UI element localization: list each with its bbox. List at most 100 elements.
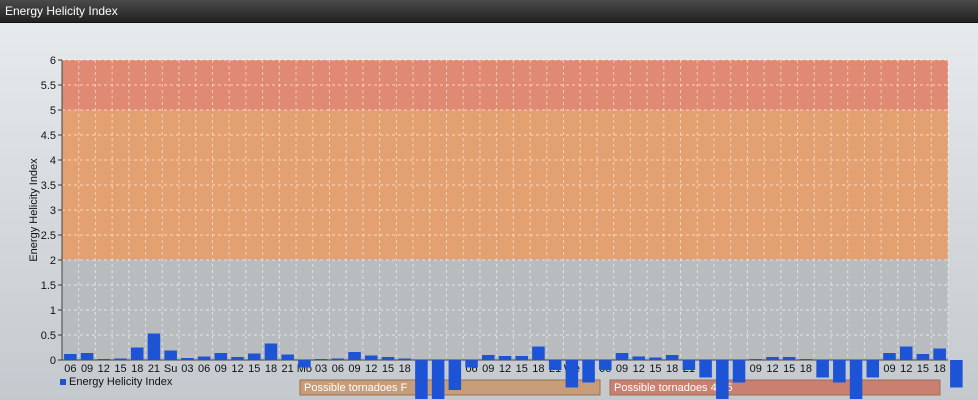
x-tick-label: 09	[215, 363, 227, 375]
y-tick-label: 4	[50, 155, 56, 167]
x-tick-label: 18	[532, 363, 544, 375]
bar	[665, 355, 679, 360]
x-tick-label: 06	[198, 363, 210, 375]
bar	[515, 356, 528, 360]
annotation-label: Possible tornadoes F	[304, 382, 408, 394]
y-tick-label: 5.5	[41, 80, 56, 92]
x-tick-label: 18	[399, 363, 411, 375]
x-tick-label: 21	[282, 363, 294, 375]
annotation-label: Possible tornadoes 4,F5	[614, 382, 733, 394]
chart-window: Energy Helicity Index 0 0.5 1 1.5 2 2.5 3 3.5 4 4…	[0, 0, 978, 400]
bar	[431, 360, 445, 399]
x-tick-label: 09	[750, 363, 762, 375]
bar	[298, 360, 311, 368]
bar	[782, 357, 796, 360]
bar	[849, 360, 863, 399]
x-tick-label: 09	[883, 363, 895, 375]
x-tick-label: 15	[248, 363, 260, 375]
x-tick-label: 09	[81, 363, 93, 375]
bar	[465, 360, 478, 368]
bar	[398, 358, 411, 360]
bar	[415, 360, 428, 399]
x-tick-label: 15	[516, 363, 528, 375]
x-tick-label: 03	[315, 363, 327, 375]
bar	[632, 356, 646, 360]
bar	[866, 360, 880, 378]
bar	[482, 355, 495, 360]
bar	[247, 353, 261, 360]
legend-swatch	[60, 379, 66, 385]
x-tick-label: 15	[649, 363, 661, 375]
x-tick-label: 15	[783, 363, 795, 375]
x-tick-label: 09	[482, 363, 494, 375]
y-tick-label: 1.5	[41, 280, 56, 292]
x-tick-label: 03	[181, 363, 193, 375]
x-tick-label: Su	[164, 363, 177, 375]
bar	[214, 353, 228, 360]
bar	[314, 359, 328, 360]
y-tick-label: 0.5	[41, 330, 56, 342]
bar	[381, 357, 395, 360]
bar	[448, 360, 462, 390]
bar	[766, 357, 779, 360]
bar	[197, 356, 211, 360]
y-tick-label: 0	[50, 355, 56, 367]
x-tick-label: 15	[382, 363, 394, 375]
y-tick-label: 3	[50, 205, 56, 217]
x-tick-label: 06	[64, 363, 76, 375]
x-tick-label: 12	[766, 363, 778, 375]
bar	[64, 354, 77, 360]
y-tick-label: 2.5	[41, 230, 56, 242]
y-tick-label: 4.5	[41, 130, 56, 142]
y-tick-label: 3.5	[41, 180, 56, 192]
x-tick-label: 18	[800, 363, 812, 375]
y-tick-label: 6	[50, 55, 56, 67]
bar	[933, 348, 946, 360]
bar	[582, 360, 595, 383]
bar	[147, 333, 161, 360]
y-tick-label: 1	[50, 305, 56, 317]
bar	[181, 358, 194, 360]
bar	[599, 360, 612, 370]
x-tick-label: 06	[332, 363, 344, 375]
x-tick-label: 12	[499, 363, 511, 375]
bar	[532, 346, 545, 360]
bar	[682, 360, 696, 370]
x-tick-label: 09	[348, 363, 360, 375]
bar	[231, 357, 244, 360]
bar	[699, 360, 712, 378]
bar	[883, 353, 896, 360]
bar	[264, 343, 278, 360]
bar	[130, 347, 144, 360]
y-axis-title: Energy Helicity Index	[28, 158, 40, 262]
x-tick-label: 21	[148, 363, 160, 375]
legend-label: Energy Helicity Index	[69, 376, 173, 388]
bar	[916, 354, 930, 360]
bar	[348, 352, 361, 360]
bar	[899, 346, 913, 360]
x-tick-label: 15	[114, 363, 126, 375]
bar	[716, 360, 729, 399]
bar	[816, 360, 829, 378]
bar	[615, 353, 629, 360]
x-tick-label: 12	[633, 363, 645, 375]
x-tick-label: 18	[265, 363, 277, 375]
ehi-chart: 0 0.5 1 1.5 2 2.5 3 3.5 4 4.5 5 5.5 6 Energy Helicity…	[28, 55, 963, 399]
x-tick-label: 18	[934, 363, 946, 375]
x-tick-label: 15	[917, 363, 929, 375]
bar	[114, 358, 127, 360]
x-tick-label: 12	[98, 363, 110, 375]
bar	[649, 357, 662, 360]
x-tick-label: 12	[900, 363, 912, 375]
bar	[950, 360, 963, 388]
bar	[565, 360, 579, 388]
bar	[97, 359, 111, 360]
x-tick-label: 18	[666, 363, 678, 375]
bar	[732, 360, 746, 383]
bar	[833, 360, 846, 383]
bar	[331, 358, 345, 360]
x-tick-label: 12	[365, 363, 377, 375]
bar	[364, 355, 378, 360]
bar	[80, 353, 94, 360]
bar	[281, 354, 294, 360]
